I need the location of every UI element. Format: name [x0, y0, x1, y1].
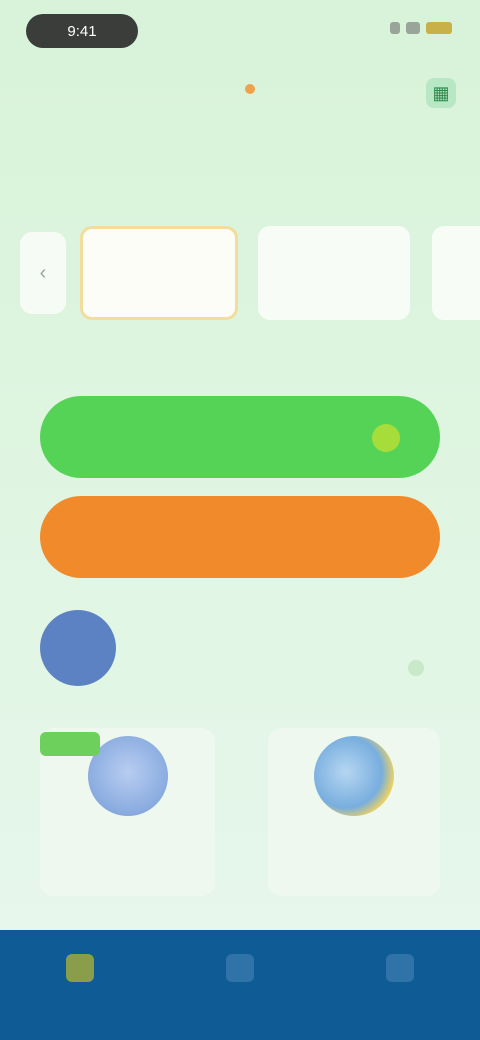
tab-home[interactable] [30, 954, 130, 988]
arrow-right-icon[interactable] [408, 660, 424, 676]
promo-banner[interactable] [40, 600, 450, 710]
avatar [40, 610, 116, 686]
chevron-left-icon[interactable]: ‹ [20, 232, 66, 314]
user-icon [386, 954, 414, 982]
time-slot-row: ‹ [0, 226, 480, 322]
bottom-tab-bar [0, 930, 480, 1040]
time-slot-selected[interactable] [80, 226, 238, 320]
system-icons [390, 22, 452, 34]
home-icon [66, 954, 94, 982]
time-slot[interactable] [432, 226, 480, 320]
tab-list[interactable] [190, 954, 290, 988]
legend-dot-icon [245, 84, 255, 94]
primary-action-button[interactable] [40, 396, 440, 478]
wifi-icon [406, 22, 420, 34]
tab-profile[interactable] [350, 954, 450, 988]
time-slot[interactable] [258, 226, 410, 320]
battery-icon [426, 22, 452, 34]
secondary-action-button[interactable] [40, 496, 440, 578]
calendar-header: ▦ [40, 78, 460, 110]
status-time: 9:41 [26, 14, 138, 48]
badge-icon [372, 424, 400, 452]
list-icon [226, 954, 254, 982]
feature-cards [40, 728, 440, 898]
signal-icon [390, 22, 400, 34]
card-illustration-icon [314, 736, 394, 816]
calendar-icon-button[interactable]: ▦ [426, 78, 456, 108]
feature-card[interactable] [268, 728, 440, 896]
legend [245, 84, 261, 94]
status-bar: 9:41 [0, 0, 480, 60]
card-tag [40, 732, 100, 756]
